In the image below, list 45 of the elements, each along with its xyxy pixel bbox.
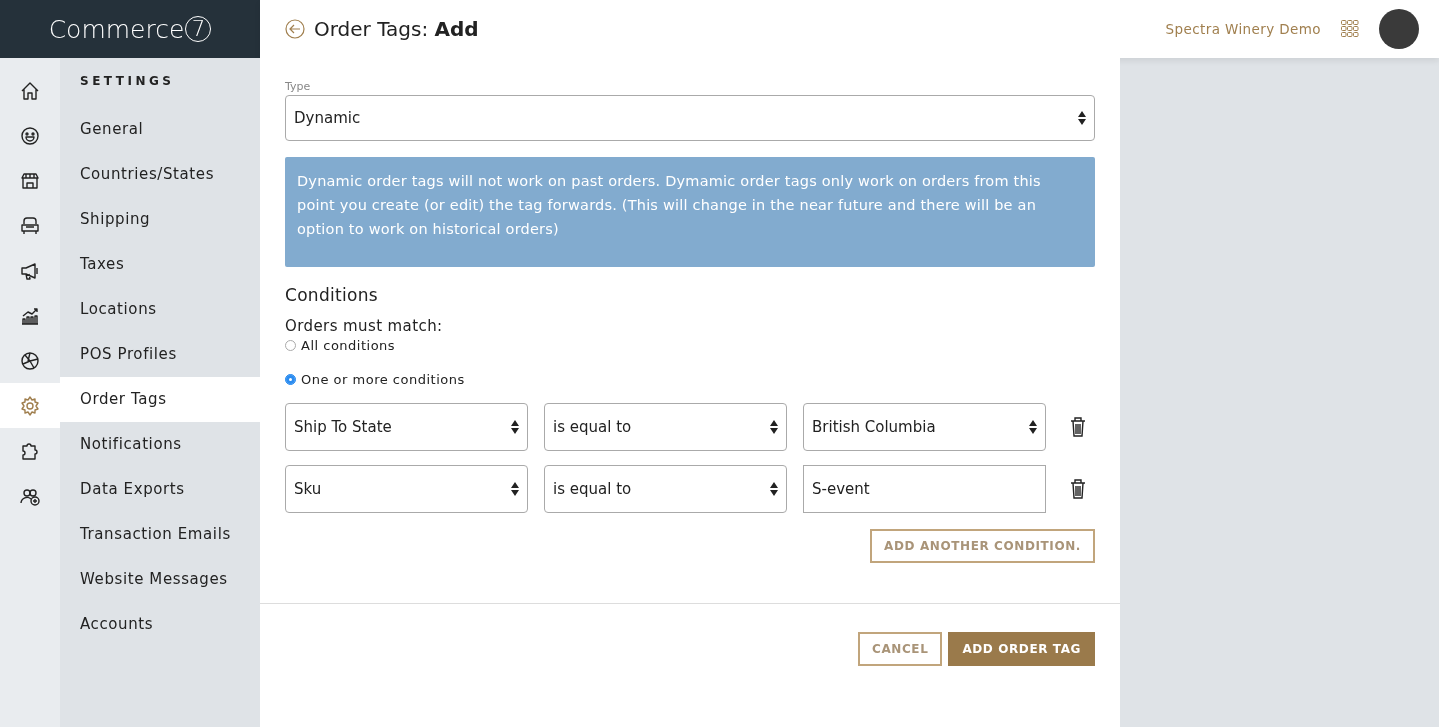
settings-menu-item[interactable]: Countries/States bbox=[60, 152, 260, 197]
settings-menu-item[interactable]: Transaction Emails bbox=[60, 512, 260, 557]
up-down-arrows-icon bbox=[1029, 420, 1037, 434]
settings-menu-item[interactable]: Website Messages bbox=[60, 557, 260, 602]
brand-logo: Commerce 7 bbox=[48, 14, 212, 44]
add-order-tag-button[interactable]: ADD ORDER TAG bbox=[948, 632, 1095, 666]
up-down-arrows-icon bbox=[1078, 111, 1086, 125]
aperture-icon bbox=[19, 349, 41, 372]
settings-menu-item[interactable]: Order Tags bbox=[60, 377, 260, 422]
sofa-icon bbox=[19, 214, 41, 237]
conditions-heading: Conditions bbox=[285, 285, 379, 305]
condition-select[interactable]: Sku bbox=[285, 465, 528, 513]
settings-menu-item[interactable]: Data Exports bbox=[60, 467, 260, 512]
settings-menu-item[interactable]: Notifications bbox=[60, 422, 260, 467]
radio-button[interactable] bbox=[285, 373, 296, 385]
settings-menu-item[interactable]: POS Profiles bbox=[60, 332, 260, 377]
radio-label: All conditions bbox=[301, 337, 396, 353]
condition-select[interactable]: Ship To State bbox=[285, 403, 528, 451]
settings-menu-item[interactable]: Taxes bbox=[60, 242, 260, 287]
condition-select[interactable]: is equal to bbox=[544, 403, 787, 451]
account-name[interactable]: Spectra Winery Demo bbox=[1165, 21, 1321, 37]
match-label: Orders must match: bbox=[285, 317, 444, 335]
page-title: Order Tags: Add bbox=[314, 17, 480, 41]
up-down-arrows-icon bbox=[770, 482, 778, 496]
condition-select[interactable]: is equal to bbox=[544, 465, 787, 513]
settings-menu-item[interactable]: Shipping bbox=[60, 197, 260, 242]
type-label: Type bbox=[285, 80, 312, 93]
smiley-icon bbox=[19, 124, 41, 147]
trash-icon[interactable] bbox=[1069, 417, 1086, 437]
gear-icon bbox=[19, 394, 41, 417]
app-grid-icon[interactable] bbox=[1341, 20, 1359, 38]
radio-label: One or more conditions bbox=[301, 371, 465, 387]
type-select[interactable]: Dynamic bbox=[285, 95, 1095, 141]
condition-input[interactable]: S-event bbox=[803, 465, 1046, 513]
settings-heading: SETTINGS bbox=[79, 73, 176, 90]
settings-menu-item[interactable]: General bbox=[60, 107, 260, 152]
settings-menu-item[interactable]: Accounts bbox=[60, 602, 260, 647]
trash-icon[interactable] bbox=[1069, 479, 1086, 499]
condition-select[interactable]: British Columbia bbox=[803, 403, 1046, 451]
up-down-arrows-icon bbox=[511, 420, 519, 434]
up-down-arrows-icon bbox=[770, 420, 778, 434]
info-notice: Dynamic order tags will not work on past orders. Dymamic order tags only work on orders from this point you create (or edit) the tag forwards. (This will change in the near future and there will be an option to work on historical orders) bbox=[285, 157, 1095, 267]
settings-menu-item[interactable]: Locations bbox=[60, 287, 260, 332]
user-avatar[interactable] bbox=[1379, 9, 1419, 49]
up-down-arrows-icon bbox=[511, 482, 519, 496]
